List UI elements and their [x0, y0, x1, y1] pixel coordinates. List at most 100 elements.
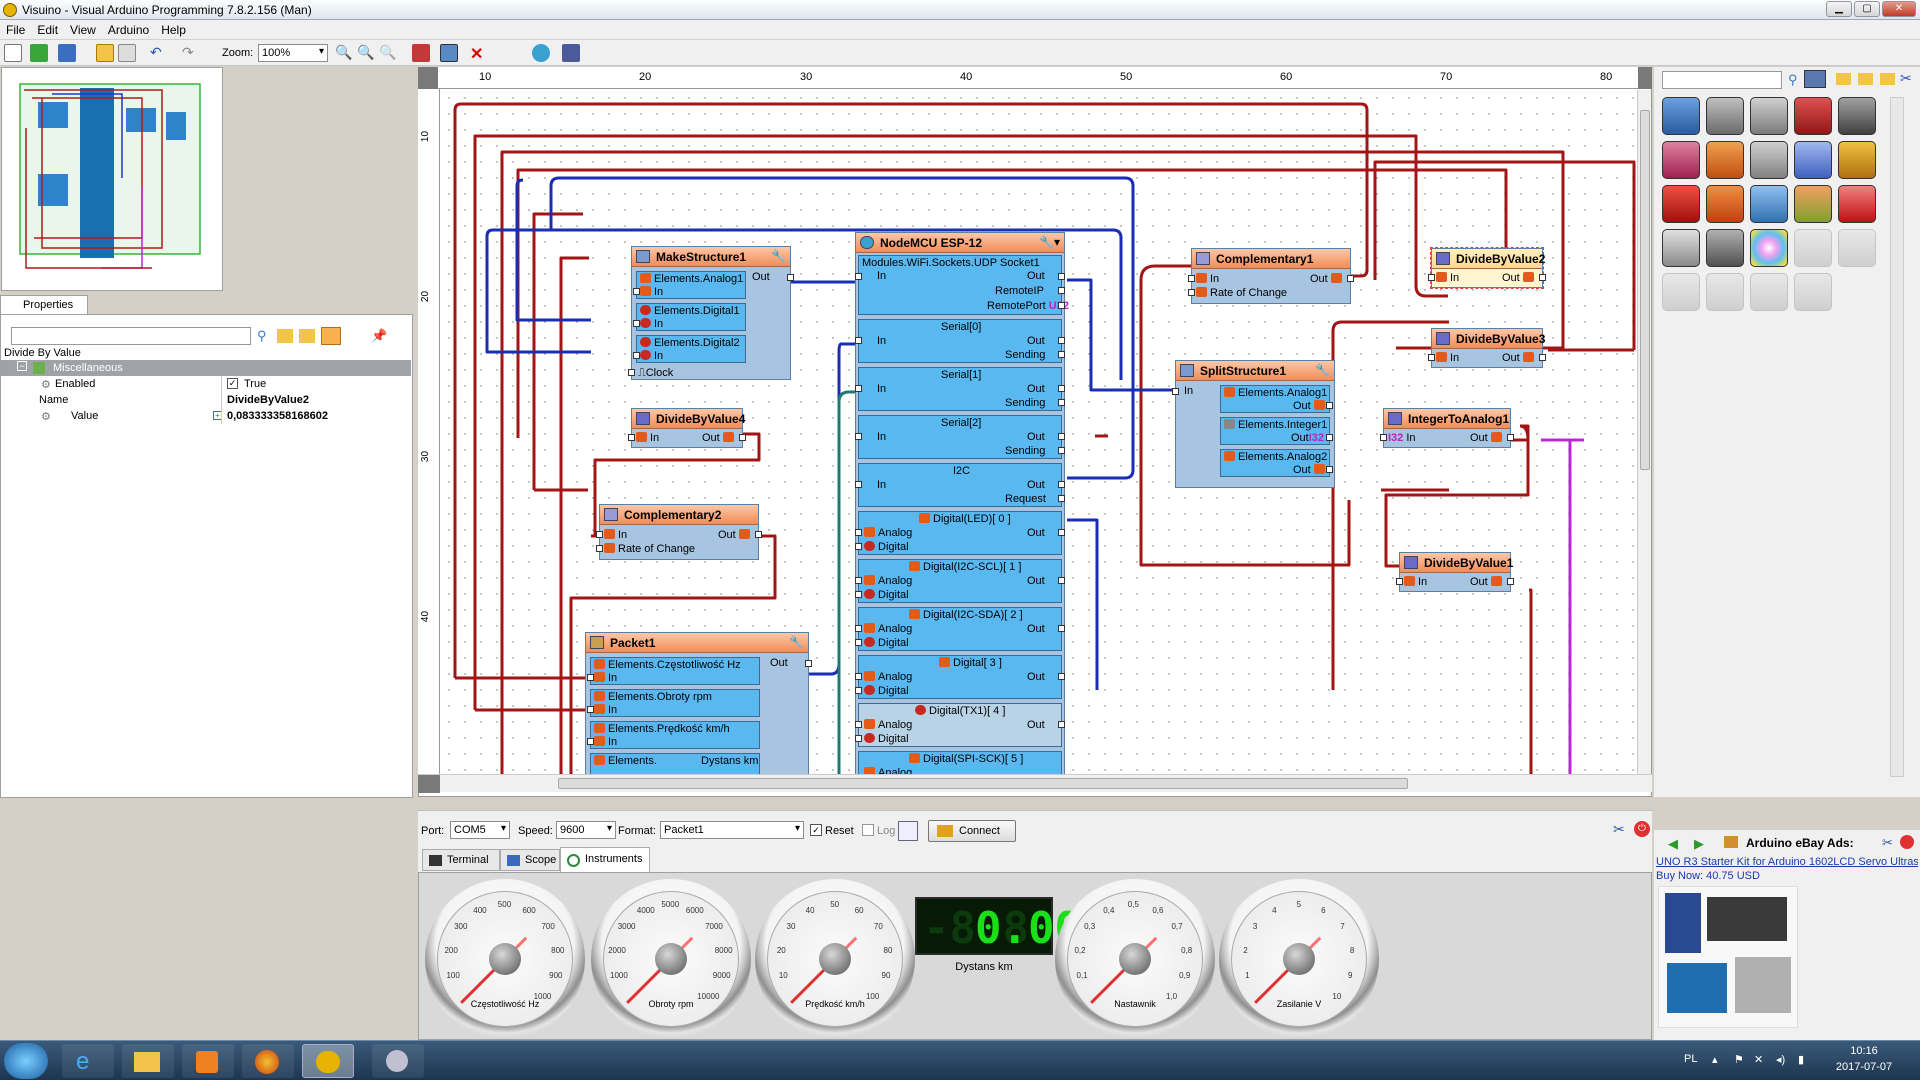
out-pin[interactable]: [1347, 275, 1354, 282]
digital-pin[interactable]: [855, 735, 862, 742]
zoom-in-icon[interactable]: 🔍: [335, 44, 353, 62]
analog-pin[interactable]: [855, 721, 862, 728]
packet-element-speed[interactable]: Elements.Prędkość km/h In: [587, 721, 760, 749]
i2c-module[interactable]: I2C In Out Request: [855, 463, 1065, 507]
filter-icon[interactable]: ⚲: [1788, 72, 1798, 88]
wrench-icon[interactable]: 🔧: [789, 635, 804, 649]
enabled-checkbox[interactable]: ✓: [227, 378, 238, 389]
divide-by-value2-component[interactable]: DivideByValue2 In Out: [1428, 247, 1546, 289]
view-mode-icon[interactable]: [1804, 70, 1826, 88]
packet-component[interactable]: Packet1 🔧 Out Elements.Częstotliwość Hz In…: [585, 632, 812, 774]
palette-search-input[interactable]: [1662, 71, 1782, 89]
undo-icon[interactable]: ↶: [150, 44, 168, 62]
board-icon[interactable]: [562, 44, 580, 62]
ad-price[interactable]: Buy Now: 40.75 USD: [1656, 870, 1760, 882]
remote-port-pin[interactable]: [1058, 302, 1065, 309]
out-pin[interactable]: [1058, 481, 1065, 488]
out-pin[interactable]: [787, 274, 794, 281]
explorer-icon[interactable]: [122, 1044, 174, 1078]
media-player-icon[interactable]: [182, 1044, 234, 1078]
visuino-task-icon[interactable]: [302, 1044, 354, 1078]
globe-icon[interactable]: [532, 44, 550, 62]
out-pin[interactable]: [1058, 721, 1065, 728]
in-pin[interactable]: [596, 531, 603, 538]
serial2-module[interactable]: Serial[2] In Out Sending: [855, 415, 1065, 459]
divide-by-value4-component[interactable]: DivideByValue4 In Out: [628, 408, 746, 448]
horizontal-scroll-thumb[interactable]: [558, 778, 1408, 789]
in-pin[interactable]: [855, 481, 862, 488]
digital5-module[interactable]: Digital(SPI-SCK)[ 5 ] Analog: [858, 751, 1062, 774]
wrench-icon[interactable]: 🔧▾: [1039, 235, 1060, 249]
ad-link[interactable]: UNO R3 Starter Kit for Arduino 1602LCD S…: [1656, 856, 1918, 868]
palette-category-motors[interactable]: [1838, 97, 1876, 135]
packet-element-distance[interactable]: Elements. Dystans km: [590, 753, 760, 774]
zoom-out-icon[interactable]: 🔍: [357, 44, 375, 62]
in-pin[interactable]: [633, 352, 640, 359]
sending-pin[interactable]: [1058, 399, 1065, 406]
out-pin[interactable]: [1058, 273, 1065, 280]
new-icon[interactable]: [4, 44, 22, 62]
menu-file[interactable]: File: [0, 20, 31, 37]
in-pin[interactable]: [633, 320, 640, 327]
out-pin[interactable]: [1326, 402, 1333, 409]
ad-image[interactable]: [1658, 886, 1798, 1028]
make-structure-component[interactable]: MakeStructure1 🔧 Out Elements.Analog1 In E…: [628, 246, 794, 380]
delete-icon[interactable]: ✕: [470, 44, 488, 63]
out-pin[interactable]: [1326, 466, 1333, 473]
divide-by-value1-component[interactable]: DivideByValue1 In Out: [1396, 552, 1514, 592]
serial0-module[interactable]: Serial[0] In Out Sending: [855, 319, 1065, 363]
out-pin[interactable]: [1539, 354, 1546, 361]
split-element-analog1[interactable]: Elements.Analog1 Out: [1220, 385, 1333, 413]
serial1-module[interactable]: Serial[1] In Out Sending: [855, 367, 1065, 411]
out-pin[interactable]: [1058, 337, 1065, 344]
udp-socket-module[interactable]: Modules.WiFi.Sockets.UDP Socket1 In Out …: [855, 255, 1069, 315]
digital-pin[interactable]: [855, 639, 862, 646]
palette-category-filters[interactable]: [1794, 185, 1832, 223]
component-header[interactable]: DivideByValue3: [1432, 329, 1545, 349]
property-row-name[interactable]: Name DivideByValue2: [1, 392, 411, 408]
out-pin[interactable]: [1058, 577, 1065, 584]
complementary1-component[interactable]: Complementary1 In Out Rate of Change: [1188, 248, 1354, 304]
property-value[interactable]: 0,083333358168602: [227, 410, 328, 422]
remote-ip-pin[interactable]: [1058, 287, 1065, 294]
ads-settings-icon[interactable]: ✂: [1882, 835, 1893, 851]
power-icon[interactable]: ▮: [1798, 1053, 1804, 1066]
rate-pin[interactable]: [596, 545, 603, 552]
in-pin[interactable]: [628, 434, 635, 441]
in-pin[interactable]: [855, 385, 862, 392]
sending-pin[interactable]: [1058, 351, 1065, 358]
palette-category-logic[interactable]: [1706, 185, 1744, 223]
tool-task-icon[interactable]: [372, 1044, 424, 1078]
palette-category-display[interactable]: [1750, 97, 1788, 135]
out-pin[interactable]: [805, 660, 812, 667]
clock-pin[interactable]: [628, 369, 635, 376]
next-ad-icon[interactable]: ▶: [1694, 836, 1704, 852]
redo-icon[interactable]: ↷: [182, 44, 200, 62]
vertical-scrollbar[interactable]: [1637, 90, 1651, 774]
in-pin[interactable]: [1428, 274, 1435, 281]
digital4-module[interactable]: Digital(TX1)[ 4 ] Analog Digital Out: [855, 703, 1065, 747]
start-button[interactable]: [4, 1043, 48, 1079]
horizontal-scrollbar[interactable]: [418, 774, 1652, 793]
element-digital2[interactable]: Elements.Digital2 In: [633, 335, 746, 363]
pin-icon[interactable]: 📌: [371, 328, 387, 344]
minimize-button[interactable]: ▁: [1826, 1, 1852, 17]
split-structure-component[interactable]: SplitStructure1 🔧 In Elements.Analog1 Out …: [1172, 360, 1335, 488]
close-button[interactable]: ✕: [1882, 1, 1916, 17]
in-pin[interactable]: [633, 288, 640, 295]
palette-category-math[interactable]: [1794, 97, 1832, 135]
in-pin[interactable]: [1396, 578, 1403, 585]
digital1-module[interactable]: Digital(I2C-SCL)[ 1 ] Analog Digital Out: [855, 559, 1065, 603]
ie-icon[interactable]: e: [62, 1044, 114, 1078]
analog-pin[interactable]: [855, 673, 862, 680]
element-digital1[interactable]: Elements.Digital1 In: [633, 303, 746, 331]
out-pin[interactable]: [1507, 578, 1514, 585]
open-icon[interactable]: [30, 44, 48, 62]
ads-close-icon[interactable]: [1900, 835, 1914, 849]
component-header[interactable]: SplitStructure1 🔧: [1176, 361, 1334, 381]
in-pin[interactable]: [587, 738, 594, 745]
property-row-enabled[interactable]: ⚙ Enabled ✓ True: [1, 376, 411, 392]
tab-properties[interactable]: Properties: [0, 295, 88, 315]
digital3-module[interactable]: Digital[ 3 ] Analog Digital Out: [855, 655, 1065, 699]
folder-open-icon[interactable]: [299, 329, 315, 343]
